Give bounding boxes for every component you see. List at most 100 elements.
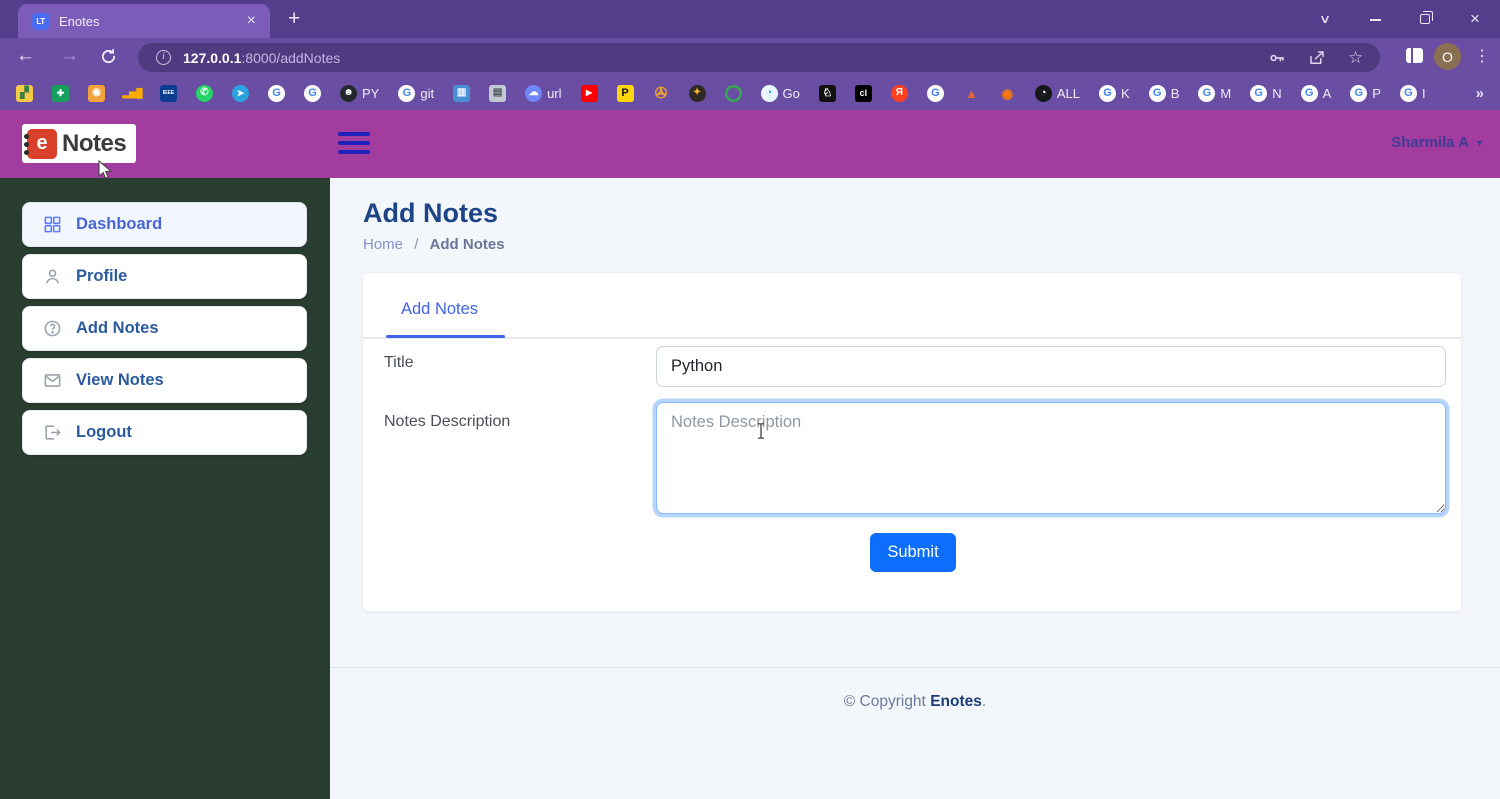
analytics-bookmark-icon: ▂▅█ (124, 85, 141, 102)
telegram-bookmark[interactable]: ➤ (232, 85, 249, 102)
google-bookmark-1[interactable]: G (268, 85, 285, 102)
share-icon[interactable] (1308, 49, 1326, 67)
user-name: Sharmila A (1391, 134, 1469, 151)
ieee-bookmark[interactable]: IEEE (160, 85, 177, 102)
telegram-bookmark-icon: ➤ (232, 85, 249, 102)
sidebar-item-profile[interactable]: Profile (22, 254, 307, 299)
sidebar-item-add-notes[interactable]: Add Notes (22, 306, 307, 351)
url-cloud-bookmark-label: url (547, 86, 561, 101)
google-b-bookmark[interactable]: GB (1149, 85, 1180, 102)
movie-camera-bookmark[interactable]: ✇ (653, 85, 670, 102)
google-git-bookmark[interactable]: Ggit (398, 85, 434, 102)
bookmark-star-icon[interactable]: ☆ (1348, 49, 1366, 67)
forward-icon[interactable]: → (60, 45, 79, 67)
yandex-bookmark[interactable]: Я (891, 85, 908, 102)
browser-menu-icon[interactable]: ⋮ (1474, 46, 1490, 66)
sidebar-item-dashboard[interactable]: Dashboard (22, 202, 307, 247)
calendar-bookmark[interactable]: ▤ (489, 85, 506, 102)
google-m-bookmark-label: M (1220, 86, 1231, 101)
window-close-icon[interactable]: × (1450, 9, 1500, 29)
github-bookmark[interactable]: ☻PY (340, 85, 379, 102)
enotes-logo-text: Notes (62, 130, 126, 158)
footer-copyright: © Copyright Enotes. (330, 693, 1500, 711)
google-bookmark-2-icon: G (304, 85, 321, 102)
analytics-bookmark[interactable]: ▂▅█ (124, 85, 141, 102)
address-bar[interactable]: i 127.0.0.1:8000/addNotes ☆ (138, 43, 1380, 72)
tab-add-notes[interactable]: Add Notes (401, 300, 478, 319)
youtube-bookmark-icon: ▶ (581, 85, 598, 102)
p-yellow-bookmark[interactable]: P (617, 85, 634, 102)
back-icon[interactable]: ← (16, 45, 35, 67)
site-info-icon[interactable]: i (156, 50, 171, 65)
cl-bookmark-icon: cl (855, 85, 872, 102)
title-input[interactable] (656, 346, 1446, 387)
google-a-bookmark[interactable]: GA (1301, 85, 1332, 102)
footer-divider (330, 667, 1500, 668)
google-k-bookmark[interactable]: GK (1099, 85, 1130, 102)
sidebar-item-view-notes[interactable]: View Notes (22, 358, 307, 403)
hamburger-menu-icon[interactable] (338, 132, 370, 159)
matlab-bookmark[interactable]: ▲ (963, 85, 980, 102)
page-title: Add Notes (363, 198, 498, 229)
go-bookmark-label: Go (783, 86, 800, 101)
github-bookmark-label: PY (362, 86, 379, 101)
google-m-bookmark[interactable]: GM (1198, 85, 1231, 102)
browser-toolbar: ← → i 127.0.0.1:8000/addNotes ☆ O ⋮ (0, 38, 1500, 76)
google-bookmark-2[interactable]: G (304, 85, 321, 102)
restore-icon[interactable] (1400, 11, 1450, 27)
new-tab-button[interactable]: + (288, 7, 300, 31)
question-circle-icon (43, 319, 62, 338)
active-tab-underline (386, 335, 505, 338)
eye-bookmark[interactable]: ◉ (999, 85, 1016, 102)
url-cloud-bookmark[interactable]: ☁url (525, 85, 561, 102)
tab-close-icon[interactable]: × (243, 12, 260, 30)
user-dropdown[interactable]: Sharmila A ▼ (1391, 134, 1484, 151)
app-header: e Notes Sharmila A ▼ (0, 110, 1500, 178)
green-cross-bookmark-icon: ✚ (52, 85, 69, 102)
bookmarks-overflow-chevron[interactable]: » (1476, 85, 1484, 102)
cart-bookmark[interactable]: ✦ (689, 85, 706, 102)
tab-search-icon[interactable]: ∨ (1290, 12, 1360, 26)
chevron-down-icon: ▼ (1475, 138, 1484, 148)
breadcrumb-home-link[interactable]: Home (363, 236, 403, 253)
google-a-bookmark-icon: G (1301, 85, 1318, 102)
whatsapp-bookmark[interactable]: ✆ (196, 85, 213, 102)
main-content: Add Notes Home / Add Notes Add Notes Tit… (330, 178, 1500, 799)
password-key-icon[interactable] (1268, 49, 1286, 67)
google-n-bookmark[interactable]: GN (1250, 85, 1281, 102)
google-p-bookmark[interactable]: GP (1350, 85, 1381, 102)
all-bookmark[interactable]: ◔ALL (1035, 85, 1080, 102)
notes-description-textarea[interactable] (656, 402, 1446, 514)
green-cross-bookmark[interactable]: ✚ (52, 85, 69, 102)
google-i-bookmark[interactable]: GI (1400, 85, 1426, 102)
yandex-bookmark-icon: Я (891, 85, 908, 102)
enotes-favicon-icon: LT (32, 13, 49, 30)
duck-bookmark[interactable]: ♘ (819, 85, 836, 102)
film-bookmark[interactable]: ▥ (453, 85, 470, 102)
go-bookmark[interactable]: ◔Go (761, 85, 800, 102)
cl-bookmark[interactable]: cl (855, 85, 872, 102)
browser-tab-enotes[interactable]: LT Enotes × (18, 4, 270, 38)
adsense-bookmark[interactable]: ▞ (16, 85, 33, 102)
sidebar: Dashboard Profile Add Notes View Notes L… (0, 178, 330, 799)
footer-brand: Enotes (930, 693, 982, 710)
enotes-logo-icon: e (27, 129, 57, 159)
google-git-bookmark-label: git (420, 86, 434, 101)
reload-icon[interactable] (100, 48, 117, 71)
camera-bookmark[interactable]: ◉ (88, 85, 105, 102)
google-bookmark-3[interactable]: G (927, 85, 944, 102)
adsense-bookmark-icon: ▞ (16, 85, 33, 102)
whatsapp-bookmark-icon: ✆ (196, 85, 213, 102)
side-panel-icon[interactable] (1406, 48, 1423, 63)
enotes-logo[interactable]: e Notes (22, 124, 136, 163)
sidebar-item-logout[interactable]: Logout (22, 410, 307, 455)
youtube-bookmark[interactable]: ▶ (581, 85, 598, 102)
person-icon (43, 267, 62, 286)
green-ring-bookmark[interactable] (725, 85, 742, 102)
submit-button[interactable]: Submit (870, 533, 956, 572)
google-b-bookmark-label: B (1171, 86, 1180, 101)
profile-avatar[interactable]: O (1434, 43, 1461, 70)
envelope-icon (43, 371, 62, 390)
movie-camera-bookmark-icon: ✇ (653, 85, 670, 102)
description-label: Notes Description (384, 413, 510, 431)
